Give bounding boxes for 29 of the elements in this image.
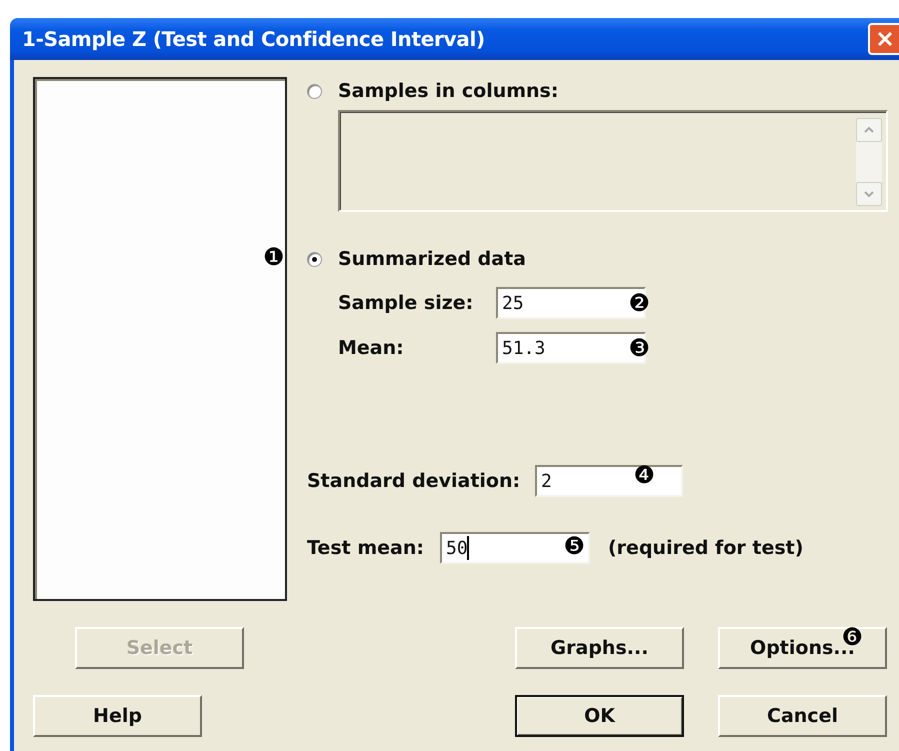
close-button[interactable] bbox=[868, 23, 899, 55]
input-field[interactable]: 25 ❷ bbox=[496, 287, 646, 319]
option-label: Samples in columns: bbox=[338, 80, 558, 102]
field-label: Test mean: bbox=[307, 537, 425, 559]
hint-text: (required for test) bbox=[608, 537, 804, 559]
help-button[interactable]: Help bbox=[33, 695, 202, 737]
input-field[interactable]: 51.3 ❸ bbox=[496, 332, 646, 364]
columns-field[interactable] bbox=[338, 110, 888, 212]
field-label: Mean: bbox=[338, 337, 405, 359]
window-title: 1-Sample Z (Test and Confidence Interval) bbox=[22, 27, 485, 51]
callout-marker: ❹ bbox=[633, 463, 655, 487]
option-label: Summarized data bbox=[338, 248, 526, 270]
graphs-button[interactable]: Graphs... bbox=[515, 627, 684, 669]
scrollbar[interactable] bbox=[856, 118, 882, 206]
radio-button[interactable] bbox=[307, 84, 322, 98]
cancel-button[interactable]: Cancel bbox=[718, 695, 887, 737]
input-field[interactable]: 2 ❹ bbox=[535, 465, 683, 497]
options-button[interactable]: Options...❻ bbox=[718, 627, 887, 669]
field-label: Standard deviation: bbox=[307, 470, 522, 492]
callout-marker: ❶ bbox=[263, 245, 285, 269]
scroll-up-button[interactable] bbox=[856, 118, 882, 142]
callout-marker: ❺ bbox=[563, 534, 585, 558]
ok-button[interactable]: OK bbox=[515, 695, 684, 737]
radio-button[interactable] bbox=[307, 252, 322, 266]
field-label: Sample size: bbox=[338, 292, 474, 314]
scroll-down-button[interactable] bbox=[856, 182, 882, 206]
input-field[interactable]: 50 ❺ bbox=[440, 532, 590, 564]
close-icon bbox=[876, 30, 894, 48]
variable-list[interactable] bbox=[33, 77, 287, 601]
